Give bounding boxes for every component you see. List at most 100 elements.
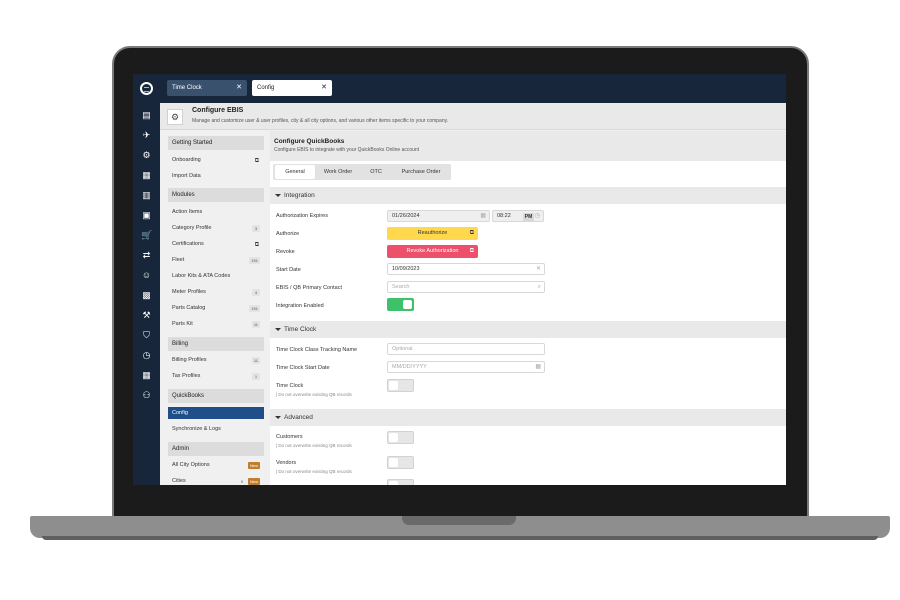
sidebar-item-cities[interactable]: Cities 0 New xyxy=(168,475,264,485)
count-badge: 151 xyxy=(249,257,260,264)
sidebar-item-synchronize-logs[interactable]: Synchronize & Logs xyxy=(168,423,264,435)
sidebar-item-label: Meter Profiles xyxy=(172,289,206,295)
user-settings-icon[interactable]: ⚇ xyxy=(141,390,152,401)
document-icon[interactable]: ▤ xyxy=(141,110,152,121)
shield-icon[interactable]: ⛉ xyxy=(141,330,152,341)
close-icon[interactable]: ✕ xyxy=(321,80,327,96)
subtab-otc[interactable]: OTC xyxy=(361,165,391,179)
plane-icon[interactable]: ✈ xyxy=(141,130,152,141)
inventory-icon[interactable]: ▦ xyxy=(141,170,152,181)
sidebar-item-action-items[interactable]: Action Items xyxy=(168,206,264,218)
page-title: Configure EBIS xyxy=(192,107,244,114)
primary-contact-placeholder: Search xyxy=(392,284,410,290)
sidebar-item-import-data[interactable]: Import Data xyxy=(168,170,264,182)
vendors-note-text: Do not overwrite existing QB records xyxy=(278,469,352,474)
primary-contact-label: EBIS / QB Primary Contact xyxy=(276,285,343,291)
subtab-purchase-order[interactable]: Purchase Order xyxy=(393,165,449,179)
close-icon[interactable]: ✕ xyxy=(236,80,242,96)
class-tracking-placeholder: Optional xyxy=(392,346,413,352)
customers-toggle[interactable] xyxy=(387,431,414,444)
time-clock-toggle[interactable] xyxy=(387,379,414,392)
class-tracking-input[interactable]: Optional xyxy=(387,343,545,355)
toggle-knob xyxy=(389,381,398,390)
count-badge: 151 xyxy=(249,305,260,312)
clear-icon[interactable]: ✕ xyxy=(536,264,541,274)
customers-note: | Do not overwrite existing QB records xyxy=(276,443,352,448)
sidebar-item-label: Parts Kit xyxy=(172,321,193,327)
laptop-notch xyxy=(402,516,516,525)
page-subtitle: Manage and customize user & user profile… xyxy=(192,118,449,124)
new-badge: New xyxy=(247,462,260,469)
external-link-icon: ⧉ xyxy=(469,248,474,254)
app-screen: ▤ ✈ ⚙ ▦ ▥ ▣ 🛒 ⇄ ☺ ▩ ⚒ ⛉ ◷ ▦ ⚇ Time Clock… xyxy=(133,74,786,485)
toggle-knob xyxy=(389,458,398,467)
subtab-work-order[interactable]: Work Order xyxy=(317,165,359,179)
users-icon[interactable]: ☺ xyxy=(141,270,152,281)
sidebar-item-label: Certifications xyxy=(172,241,204,247)
app-logo-icon[interactable] xyxy=(140,82,153,95)
subtab-general[interactable]: General xyxy=(275,165,315,179)
sidebar-item-label: Action Items xyxy=(172,209,203,215)
sidebar-item-label: Parts Catalog xyxy=(172,305,206,311)
time-clock-start-date-field[interactable]: MM/DD/YYYY ▦ xyxy=(387,361,545,373)
section-advanced[interactable]: Advanced xyxy=(270,409,786,426)
toggle-knob xyxy=(403,300,412,309)
auth-expires-date-field: 01/26/2024 ▦ xyxy=(387,210,490,222)
toggle-knob xyxy=(389,481,398,485)
config-sidebar: Getting Started Onboarding ⧉ Import Data … xyxy=(168,136,264,485)
section-time-clock[interactable]: Time Clock xyxy=(270,321,786,338)
sidebar-item-label: Category Profile xyxy=(172,225,212,231)
revoke-authorization-button[interactable]: Revoke Authorization ⧉ xyxy=(387,245,478,258)
engine-icon[interactable]: ⚙ xyxy=(141,150,152,161)
start-date-field[interactable]: 10/09/2023 ✕ xyxy=(387,263,545,275)
main-panel: Configure QuickBooks Configure EBIS to i… xyxy=(270,131,786,485)
transfer-icon[interactable]: ⇄ xyxy=(141,250,152,261)
section-integration[interactable]: Integration xyxy=(270,187,786,204)
sidebar-item-fleet[interactable]: Fleet 151 xyxy=(168,254,264,266)
vendors-toggle[interactable] xyxy=(387,456,414,469)
cart-icon[interactable]: 🛒 xyxy=(141,230,152,241)
time-clock-start-date-placeholder: MM/DD/YYYY xyxy=(392,364,427,370)
sidebar-item-parts-kit[interactable]: Parts Kit 11 xyxy=(168,318,264,330)
count-badge: 11 xyxy=(251,357,260,364)
sidebar-item-meter-profiles[interactable]: Meter Profiles 4 xyxy=(168,286,264,298)
sidebar-item-label: Onboarding xyxy=(172,157,201,163)
calendar-icon[interactable]: ▦ xyxy=(141,370,152,381)
sidebar-item-category-profile[interactable]: Category Profile 3 xyxy=(168,222,264,234)
invoice-icon[interactable]: ▣ xyxy=(141,210,152,221)
sidebar-item-label: Synchronize & Logs xyxy=(172,426,221,432)
warehouse-icon[interactable]: ▥ xyxy=(141,190,152,201)
auth-expires-time: 08:22 xyxy=(497,213,511,219)
wrench-icon[interactable]: ⚒ xyxy=(141,310,152,321)
building-icon[interactable]: ▩ xyxy=(141,290,152,301)
time-clock-note: | Do not overwrite existing QB records xyxy=(276,392,352,397)
sidebar-item-config[interactable]: Config xyxy=(168,407,264,419)
primary-contact-search[interactable]: Search ⌕ xyxy=(387,281,545,293)
stopwatch-icon[interactable]: ◷ xyxy=(141,350,152,361)
sidebar-item-onboarding[interactable]: Onboarding ⧉ xyxy=(168,154,264,166)
calendar-icon: ▦ xyxy=(535,364,541,370)
count-badge: 11 xyxy=(251,321,260,328)
search-icon: ⌕ xyxy=(537,284,541,290)
auth-expires-time-field: 08:22 PM ◷ xyxy=(492,210,544,222)
sidebar-item-labor-kits[interactable]: Labor Kits & ATA Codes xyxy=(168,270,264,282)
sidebar-item-label: Tax Profiles xyxy=(172,373,201,379)
sidebar-item-label: All City Options xyxy=(172,462,210,468)
sidebar-item-all-city-options[interactable]: All City Options New xyxy=(168,459,264,471)
time-clock-note-text: Do not overwrite existing QB records xyxy=(278,392,352,397)
external-link-icon: ⧉ xyxy=(469,230,474,236)
count-badge: 4 xyxy=(252,289,260,296)
quickbooks-header: Configure QuickBooks Configure EBIS to i… xyxy=(270,131,786,161)
sidebar-section-billing: Billing xyxy=(168,337,264,351)
additional-toggle[interactable] xyxy=(387,479,414,485)
integration-enabled-toggle[interactable] xyxy=(387,298,414,311)
customers-note-text: Do not overwrite existing QB records xyxy=(278,443,352,448)
sidebar-item-certifications[interactable]: Certifications ⧉ xyxy=(168,238,264,250)
reauthorize-button[interactable]: Reauthorize ⧉ xyxy=(387,227,478,240)
sidebar-item-billing-profiles[interactable]: Billing Profiles 11 xyxy=(168,354,264,366)
sidebar-item-parts-catalog[interactable]: Parts Catalog 151 xyxy=(168,302,264,314)
toggle-knob xyxy=(389,433,398,442)
tab-config[interactable]: Config ✕ xyxy=(252,80,332,96)
tab-time-clock[interactable]: Time Clock ✕ xyxy=(167,80,247,96)
sidebar-item-tax-profiles[interactable]: Tax Profiles 1 xyxy=(168,370,264,382)
